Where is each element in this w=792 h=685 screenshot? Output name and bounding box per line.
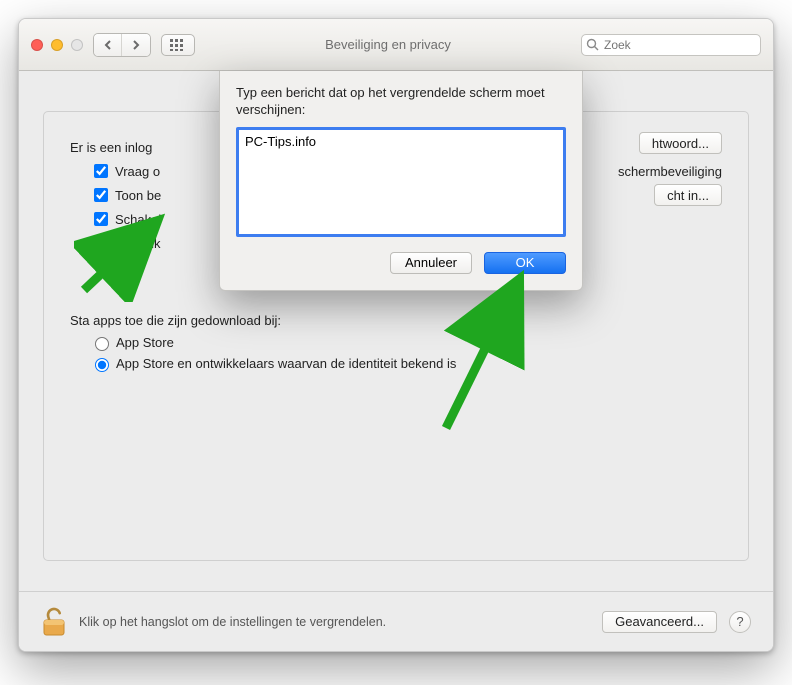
show-all-button[interactable]: [161, 34, 195, 56]
lock-message-textarea[interactable]: [236, 127, 566, 237]
nav-buttons: [93, 33, 151, 57]
search-input[interactable]: [581, 34, 761, 56]
radio-label: App Store en ontwikkelaars waarvan de id…: [116, 356, 456, 371]
back-button[interactable]: [94, 34, 122, 56]
checkbox-input[interactable]: [94, 212, 108, 226]
change-password-button[interactable]: htwoord...: [639, 132, 722, 154]
window-toolbar: Beveiliging en privacy: [19, 19, 773, 71]
radio-identified-developers[interactable]: App Store en ontwikkelaars waarvan de id…: [90, 355, 722, 372]
login-heading-text: Er is een inlog: [70, 140, 152, 155]
help-button[interactable]: ?: [729, 611, 751, 633]
help-label: ?: [736, 614, 743, 629]
downloads-section: Sta apps toe die zijn gedownload bij: Ap…: [70, 313, 722, 372]
downloads-heading: Sta apps toe die zijn gedownload bij:: [70, 313, 722, 328]
set-message-button[interactable]: cht in...: [654, 184, 722, 206]
advanced-button[interactable]: Geavanceerd...: [602, 611, 717, 633]
minimize-icon[interactable]: [51, 39, 63, 51]
radio-input[interactable]: [95, 358, 109, 372]
footer: Klik op het hangslot om de instellingen …: [19, 591, 773, 651]
checkbox-input[interactable]: [94, 236, 108, 250]
radio-label: App Store: [116, 335, 174, 350]
checkbox-label: Toon be: [115, 188, 161, 203]
cancel-button[interactable]: Annuleer: [390, 252, 472, 274]
search-field[interactable]: [581, 34, 761, 56]
checkbox-label: Vraag o: [115, 164, 160, 179]
checkbox-tail: schermbeveiliging: [618, 164, 722, 179]
ok-button[interactable]: OK: [484, 252, 566, 274]
close-icon[interactable]: [31, 39, 43, 51]
sheet-buttons: Annuleer OK: [236, 252, 566, 274]
radio-app-store[interactable]: App Store: [90, 334, 722, 351]
window-controls: [31, 39, 83, 51]
forward-button[interactable]: [122, 34, 150, 56]
checkbox-label: Gebruik: [115, 236, 161, 251]
checkbox-label: Schakel: [115, 212, 161, 227]
checkbox-input[interactable]: [94, 188, 108, 202]
search-icon: [586, 38, 599, 51]
radio-input[interactable]: [95, 337, 109, 351]
preferences-window: Beveiliging en privacy Er is een inlog h…: [18, 18, 774, 652]
lock-icon[interactable]: [41, 607, 67, 637]
window-title: Beveiliging en privacy: [205, 37, 571, 52]
checkbox-input[interactable]: [94, 164, 108, 178]
sheet-prompt: Typ een bericht dat op het vergrendelde …: [236, 85, 566, 119]
lock-message-sheet: Typ een bericht dat op het vergrendelde …: [219, 71, 583, 291]
lock-text: Klik op het hangslot om de instellingen …: [79, 615, 590, 629]
zoom-icon[interactable]: [71, 39, 83, 51]
